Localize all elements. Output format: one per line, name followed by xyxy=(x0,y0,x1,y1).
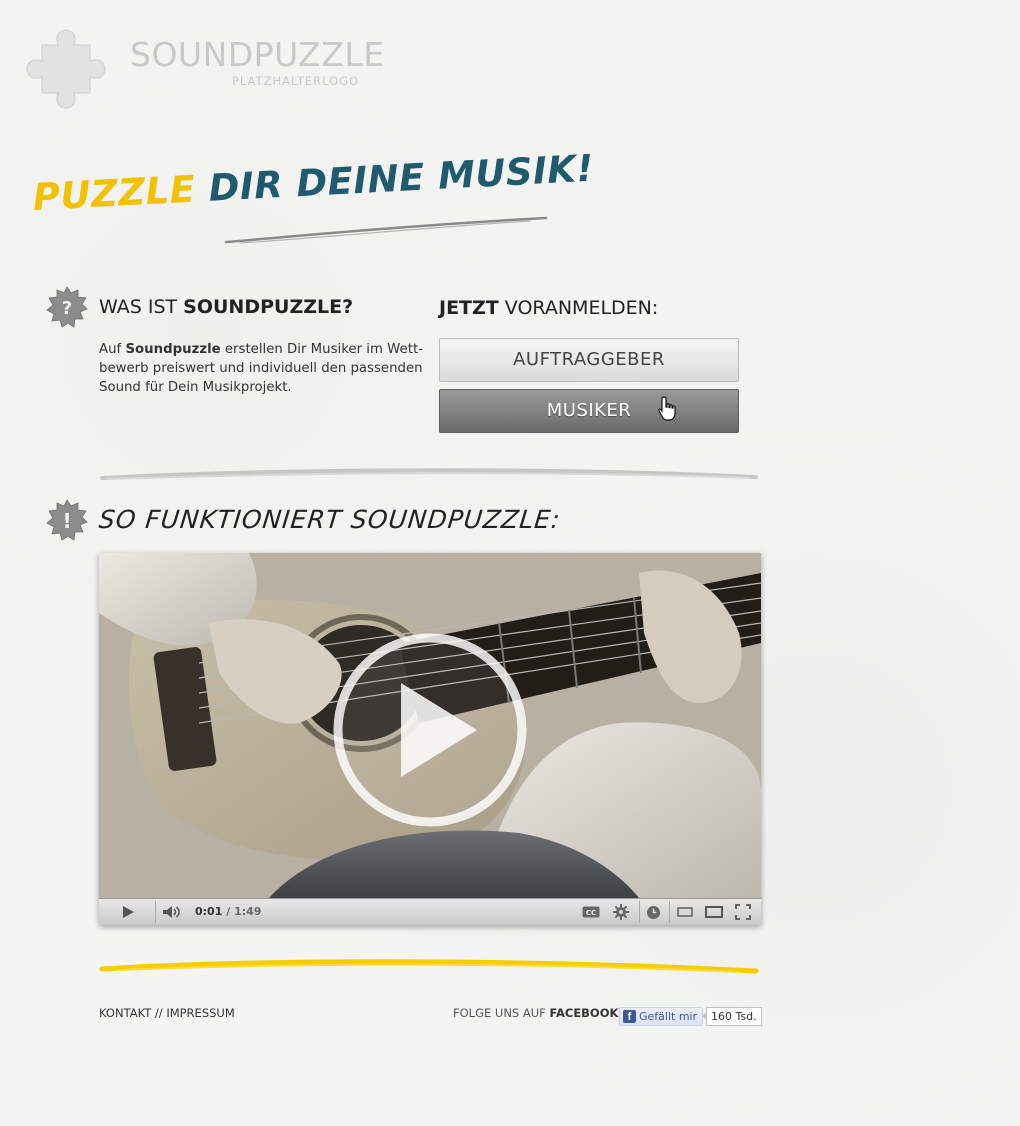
tagline-part-1: PUZZLE xyxy=(31,167,197,219)
gear-icon xyxy=(613,904,629,920)
about-title: WAS IST SOUNDPUZZLE? xyxy=(99,296,353,318)
video-player[interactable]: 0:01 / 1:49 CC xyxy=(99,553,761,925)
volume-button[interactable] xyxy=(157,899,187,925)
svg-text:!: ! xyxy=(62,509,71,533)
fullscreen-button[interactable] xyxy=(731,899,755,925)
signup-title-rest: VORANMELDEN: xyxy=(498,297,659,319)
play-button[interactable] xyxy=(113,899,143,925)
about-text-prefix: Auf xyxy=(99,342,126,357)
tagline-underline xyxy=(224,216,548,244)
large-player-button[interactable] xyxy=(702,899,726,925)
about-text-bold: Soundpuzzle xyxy=(125,342,221,357)
follow-facebook-bold: FACEBOOK xyxy=(549,1006,619,1020)
logo-subtitle: PLATZHALTERLOGO xyxy=(232,74,360,88)
clock-icon xyxy=(646,905,660,919)
large-player-icon xyxy=(705,906,723,918)
facebook-like-button[interactable]: f Gefällt mir xyxy=(619,1007,704,1026)
logo-title: SOUNDPUZZLE xyxy=(130,35,385,74)
svg-text:?: ? xyxy=(62,298,72,319)
footer-links: KONTAKT // IMPRESSUM xyxy=(99,1006,235,1020)
follow-facebook-text: FOLGE UNS AUF FACEBOOK: xyxy=(453,1006,622,1020)
follow-prefix: FOLGE UNS AUF xyxy=(453,1006,550,1020)
small-player-icon xyxy=(677,907,693,917)
play-overlay-icon[interactable] xyxy=(331,631,529,829)
footer-separator: // xyxy=(151,1006,167,1020)
play-icon xyxy=(123,906,134,918)
signup-title-bold: JETZT xyxy=(439,297,499,319)
duration: 1:49 xyxy=(234,905,262,918)
volume-icon xyxy=(163,906,180,918)
watch-later-button[interactable] xyxy=(641,899,665,925)
about-title-bold: SOUNDPUZZLE? xyxy=(183,296,354,318)
how-it-works-title: SO FUNKTIONIERT SOUNDPUZZLE: xyxy=(97,505,563,534)
like-label: Gefällt mir xyxy=(639,1010,698,1023)
contact-link[interactable]: KONTAKT xyxy=(99,1006,151,1020)
captions-icon: CC xyxy=(582,906,600,918)
fullscreen-icon xyxy=(735,904,751,920)
svg-text:CC: CC xyxy=(586,909,596,917)
small-player-button[interactable] xyxy=(673,899,697,925)
like-count: 160 Tsd. xyxy=(702,1007,762,1026)
controls-separator xyxy=(639,901,640,923)
signup-title: JETZT VORANMELDEN: xyxy=(439,297,658,319)
video-timecode: 0:01 / 1:49 xyxy=(195,905,262,918)
hand-cursor-icon xyxy=(658,396,676,421)
question-badge-icon: ? xyxy=(46,286,88,328)
yellow-divider xyxy=(99,959,759,974)
about-title-prefix: WAS IST xyxy=(99,296,184,318)
controls-separator xyxy=(669,901,670,923)
about-text: Auf Soundpuzzle erstellen Dir Musiker im… xyxy=(99,340,429,397)
current-time: 0:01 xyxy=(195,905,223,918)
imprint-link[interactable]: IMPRESSUM xyxy=(166,1006,234,1020)
video-controls: 0:01 / 1:49 CC xyxy=(99,898,761,925)
controls-separator xyxy=(155,901,156,923)
section-divider xyxy=(100,468,758,480)
settings-button[interactable] xyxy=(609,899,633,925)
captions-button[interactable]: CC xyxy=(579,899,603,925)
facebook-icon: f xyxy=(623,1010,636,1023)
musician-signup-button[interactable]: MUSIKER xyxy=(439,389,739,433)
exclamation-badge-icon: ! xyxy=(46,499,88,541)
client-signup-button[interactable]: AUFTRAGGEBER xyxy=(439,338,739,382)
puzzle-piece-icon xyxy=(26,29,106,109)
